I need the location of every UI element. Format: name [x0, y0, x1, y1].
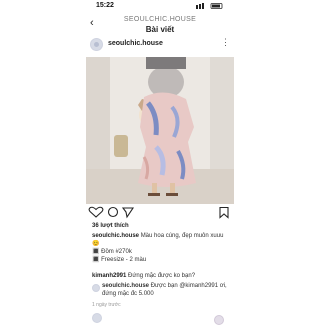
nav-subtitle: SEOULCHIC.HOUSE — [123, 16, 197, 23]
post-timestamp: 1 ngày trước — [92, 302, 121, 308]
avatar[interactable] — [90, 38, 103, 51]
bookmark-icon[interactable] — [219, 206, 229, 219]
comment-username[interactable]: kimanh2991 — [92, 273, 126, 279]
post-header: seoulchic.house ⋮ — [86, 36, 234, 56]
reply-username[interactable]: seoulchic.house — [102, 283, 149, 289]
nav-bar: ‹ SEOULCHIC.HOUSE Bài viết — [0, 11, 320, 35]
post-username[interactable]: seoulchic.house — [108, 40, 163, 47]
caption-line: 🔳 Đồm #270k — [92, 249, 132, 255]
caption-username[interactable]: seoulchic.house — [92, 233, 139, 239]
caption: seoulchic.house Màu hoa cúng, đẹp muôn x… — [92, 232, 232, 264]
likes-count[interactable]: 36 lượt thích — [92, 223, 129, 229]
post-photo-illustration — [86, 57, 234, 204]
comment: kimanh2991 Đứng mặc được ko bạn? — [92, 272, 234, 280]
post-actions — [86, 206, 234, 219]
avatar[interactable] — [92, 284, 100, 292]
avatar[interactable] — [92, 313, 102, 323]
comment-icon[interactable] — [107, 206, 119, 218]
status-time: 15:22 — [96, 2, 114, 9]
heart-icon[interactable] — [88, 206, 104, 218]
page-title: Bài viết — [145, 25, 175, 34]
battery-icon — [196, 3, 223, 9]
caption-line: 🔳 Freesize - 2 màu — [92, 257, 147, 263]
post-image[interactable] — [86, 57, 234, 204]
share-icon[interactable] — [121, 207, 135, 219]
comment-text: Đứng mặc được ko bạn? — [128, 273, 196, 279]
more-icon[interactable]: ⋮ — [221, 37, 230, 48]
reply-comment: seoulchic.house Được bạn @kimanh2991 ơi,… — [102, 283, 232, 298]
avatar[interactable] — [214, 315, 224, 325]
